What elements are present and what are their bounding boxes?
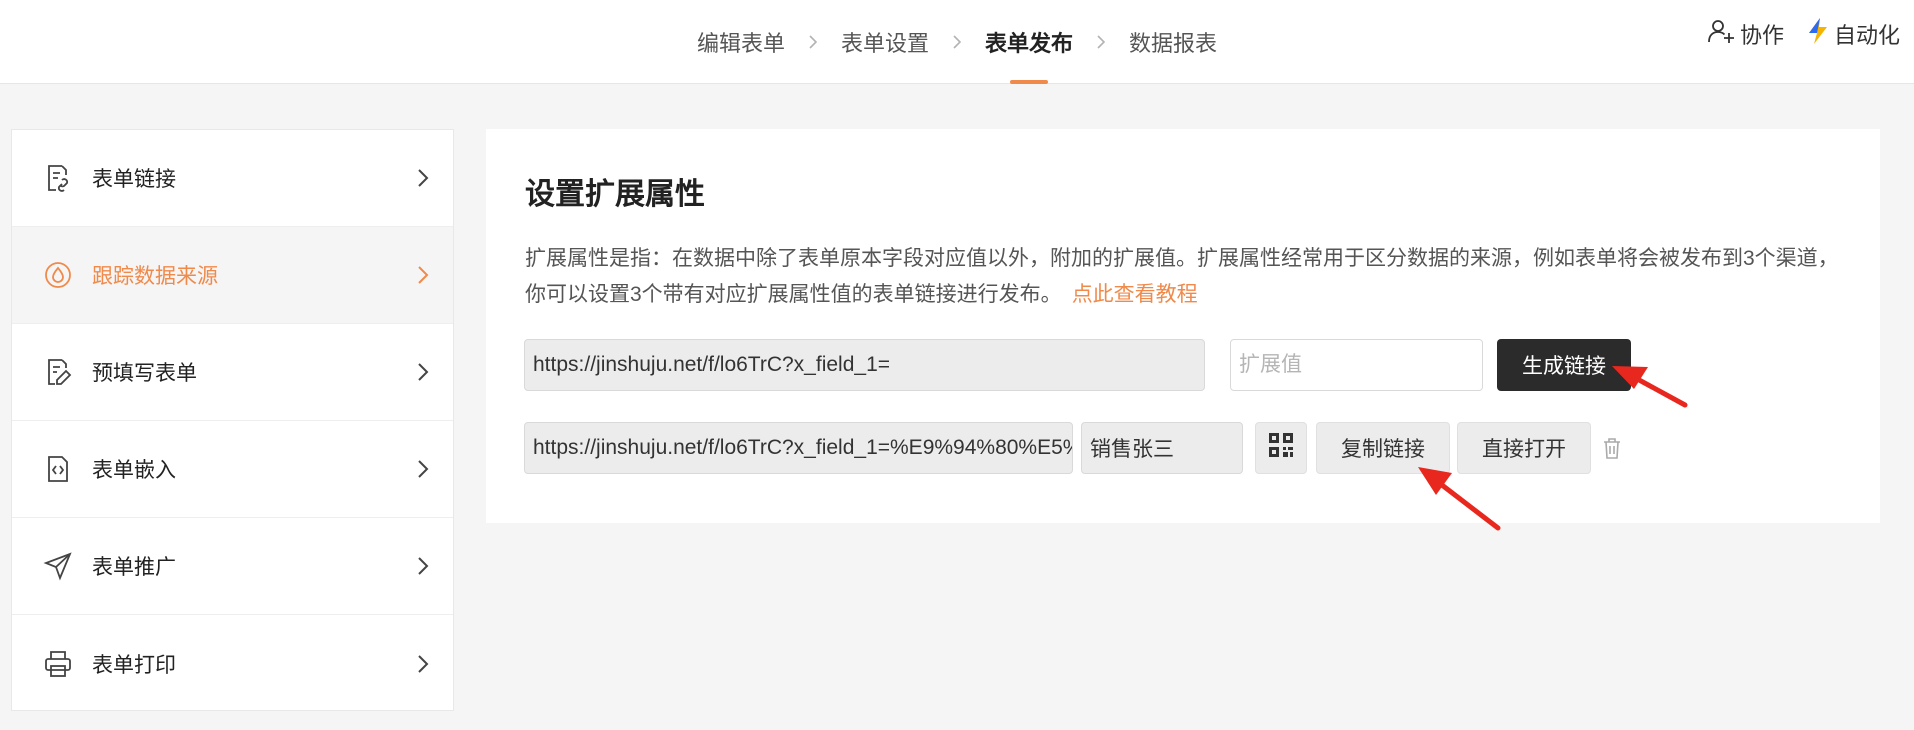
chevron-right-icon bbox=[417, 265, 429, 285]
top-actions: 协作 自动化 bbox=[1706, 0, 1900, 68]
sidebar-item-label: 表单推广 bbox=[92, 556, 176, 579]
automation-label: 自动化 bbox=[1833, 23, 1900, 48]
prefill-form-icon bbox=[42, 356, 74, 388]
trash-icon[interactable] bbox=[1600, 435, 1624, 461]
copy-link-button[interactable]: 复制链接 bbox=[1316, 422, 1450, 474]
publish-sidebar: 表单链接 跟踪数据来源 预填写表单 表单嵌入 表单推广 表单打印 bbox=[11, 129, 454, 711]
generated-url-field[interactable]: https://jinshuju.net/f/lo6TrC?x_field_1=… bbox=[524, 422, 1073, 474]
extension-value-input[interactable] bbox=[1230, 339, 1483, 391]
extension-attributes-panel: 设置扩展属性 扩展属性是指：在数据中除了表单原本字段对应值以外，附加的扩展值。扩… bbox=[486, 129, 1880, 523]
chevron-right-icon bbox=[417, 362, 429, 382]
chevron-right-icon bbox=[789, 34, 837, 50]
step-navigation: 编辑表单 表单设置 表单发布 数据报表 bbox=[0, 0, 1914, 84]
base-url-field[interactable]: https://jinshuju.net/f/lo6TrC?x_field_1= bbox=[524, 339, 1205, 391]
lightning-icon bbox=[1806, 17, 1830, 51]
sidebar-item-tracking-source[interactable]: 跟踪数据来源 bbox=[12, 227, 453, 324]
generated-value-field[interactable]: 销售张三 bbox=[1081, 422, 1243, 474]
collaborate-button[interactable]: 协作 bbox=[1706, 16, 1784, 52]
sidebar-item-promotion[interactable]: 表单推广 bbox=[12, 518, 453, 615]
chevron-right-icon bbox=[1077, 34, 1125, 50]
sidebar-item-embed[interactable]: 表单嵌入 bbox=[12, 421, 453, 518]
step-edit-form[interactable]: 编辑表单 bbox=[693, 0, 789, 84]
add-user-icon bbox=[1706, 16, 1736, 52]
chevron-right-icon bbox=[417, 654, 429, 674]
form-link-icon bbox=[42, 162, 74, 194]
chevron-right-icon bbox=[417, 459, 429, 479]
automation-button[interactable]: 自动化 bbox=[1806, 17, 1900, 51]
panel-description: 扩展属性是指：在数据中除了表单原本字段对应值以外，附加的扩展值。扩展属性经常用于… bbox=[525, 241, 1855, 313]
tracking-source-icon bbox=[42, 259, 74, 291]
chevron-right-icon bbox=[417, 168, 429, 188]
sidebar-item-prefill-form[interactable]: 预填写表单 bbox=[12, 324, 453, 421]
sidebar-item-label: 表单打印 bbox=[92, 653, 176, 677]
generate-link-button[interactable]: 生成链接 bbox=[1497, 339, 1631, 391]
step-data-report[interactable]: 数据报表 bbox=[1125, 0, 1221, 84]
embed-code-icon bbox=[42, 453, 74, 485]
paper-plane-icon bbox=[42, 550, 74, 582]
qr-code-button[interactable] bbox=[1255, 422, 1307, 474]
open-directly-button[interactable]: 直接打开 bbox=[1457, 422, 1591, 474]
step-form-publish[interactable]: 表单发布 bbox=[981, 0, 1077, 84]
qr-code-icon bbox=[1267, 431, 1295, 465]
sidebar-item-label: 表单链接 bbox=[92, 168, 176, 191]
tutorial-link[interactable]: 点此查看教程 bbox=[1072, 283, 1198, 306]
printer-icon bbox=[42, 648, 74, 680]
sidebar-item-label: 跟踪数据来源 bbox=[92, 265, 218, 288]
chevron-right-icon bbox=[417, 556, 429, 576]
sidebar-item-form-link[interactable]: 表单链接 bbox=[12, 130, 453, 227]
page-title: 设置扩展属性 bbox=[525, 178, 705, 211]
chevron-right-icon bbox=[933, 34, 981, 50]
sidebar-item-print[interactable]: 表单打印 bbox=[12, 615, 453, 712]
sidebar-item-label: 表单嵌入 bbox=[92, 459, 176, 482]
step-form-settings[interactable]: 表单设置 bbox=[837, 0, 933, 84]
sidebar-item-label: 预填写表单 bbox=[92, 362, 197, 385]
top-bar: 编辑表单 表单设置 表单发布 数据报表 协作 自动化 bbox=[0, 0, 1914, 84]
collaborate-label: 协作 bbox=[1739, 23, 1784, 48]
